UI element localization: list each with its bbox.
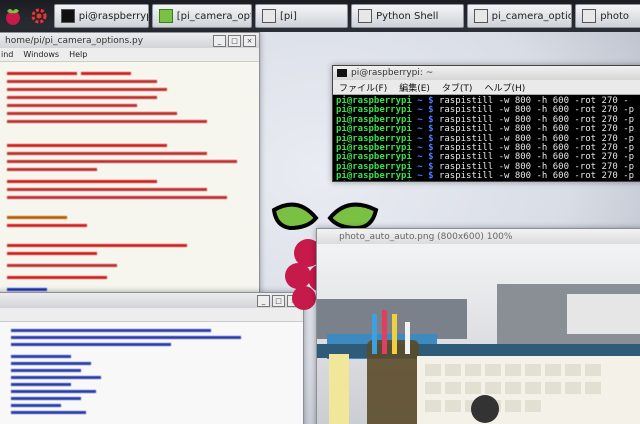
terminal-icon [337,69,347,77]
photo-image [317,244,640,424]
maximize-button[interactable]: □ [228,35,241,47]
python-shell-window[interactable]: _ □ × [0,292,304,424]
editor-titlebar[interactable]: home/pi/pi_camera_options.py _ □ × [0,33,259,48]
gear-icon[interactable] [28,3,51,29]
editor-window[interactable]: home/pi/pi_camera_options.py _ □ × ind W… [0,32,260,334]
terminal-icon [60,9,75,23]
photo-viewer-window[interactable]: photo_auto_auto.png (800x600) 100% [316,228,640,424]
menu-item[interactable]: Help [69,50,87,59]
viewer-titlebar[interactable]: photo_auto_auto.png (800x600) 100% [317,229,640,244]
taskbar-item-photo[interactable]: photo [575,4,640,28]
window-icon [473,9,488,23]
image-icon [582,9,597,23]
python-file-icon [158,9,173,23]
taskbar-item-label: [pi_camera_option... [176,10,251,22]
menu-help[interactable]: ヘルプ(H) [484,81,525,94]
blurred-shell-lines [11,329,241,414]
taskbar: pi@raspberrypi: ~ [pi_camera_option... [… [0,0,640,32]
terminal-window[interactable]: pi@raspberrypi: ~ ファイル(F) 編集(E) タブ(T) ヘル… [332,65,640,182]
terminal-path: ~ $ [417,181,433,182]
terminal-output[interactable]: pi@raspberrypi ~ $ raspistill -w 800 -h … [333,95,640,182]
minimize-button[interactable]: _ [213,35,226,47]
shell-output[interactable] [0,322,303,424]
editor-title: home/pi/pi_camera_options.py [5,35,144,46]
viewer-title: photo_auto_auto.png (800x600) 100% [339,231,513,242]
blurred-code-lines [7,72,237,307]
terminal-prompt: pi@raspberrypi [336,181,412,182]
menu-file[interactable]: ファイル(F) [339,81,387,94]
menu-item[interactable]: Windows [23,50,59,59]
taskbar-item-label: Python Shell [376,10,439,22]
window-icon [358,9,373,23]
menu-item[interactable]: ind [0,50,13,59]
terminal-title: pi@raspberrypi: ~ [351,68,434,78]
shell-menubar [0,308,303,322]
terminal-titlebar[interactable]: pi@raspberrypi: ~ [333,66,640,80]
taskbar-item-label: pi_camera_option... [491,10,572,22]
menu-tabs[interactable]: タブ(T) [442,81,473,94]
taskbar-item-python-shell[interactable]: Python Shell [351,4,464,28]
desktop-screen: pi@raspberrypi: ~ [pi_camera_option... [… [0,0,640,424]
close-button[interactable]: × [243,35,256,47]
folder-icon [261,9,276,23]
taskbar-item-label: photo [600,10,630,22]
terminal-menubar: ファイル(F) 編集(E) タブ(T) ヘルプ(H) [333,80,640,95]
taskbar-item-label: [pi] [279,10,297,22]
taskbar-item-camera-options[interactable]: pi_camera_option... [466,4,573,28]
raspberry-menu-icon[interactable] [2,3,25,29]
menu-edit[interactable]: 編集(E) [399,81,430,94]
taskbar-item-label: pi@raspberrypi: ~ [78,10,148,22]
taskbar-item-editor[interactable]: [pi_camera_option... [151,4,252,28]
shell-titlebar[interactable]: _ □ × [0,293,303,308]
taskbar-item-terminal[interactable]: pi@raspberrypi: ~ [53,4,149,28]
editor-menubar: ind Windows Help [0,48,259,62]
taskbar-item-filemanager[interactable]: [pi] [254,4,349,28]
terminal-command: raspistill -w 800 -h 600 -rot 270 -p 870… [439,181,640,182]
